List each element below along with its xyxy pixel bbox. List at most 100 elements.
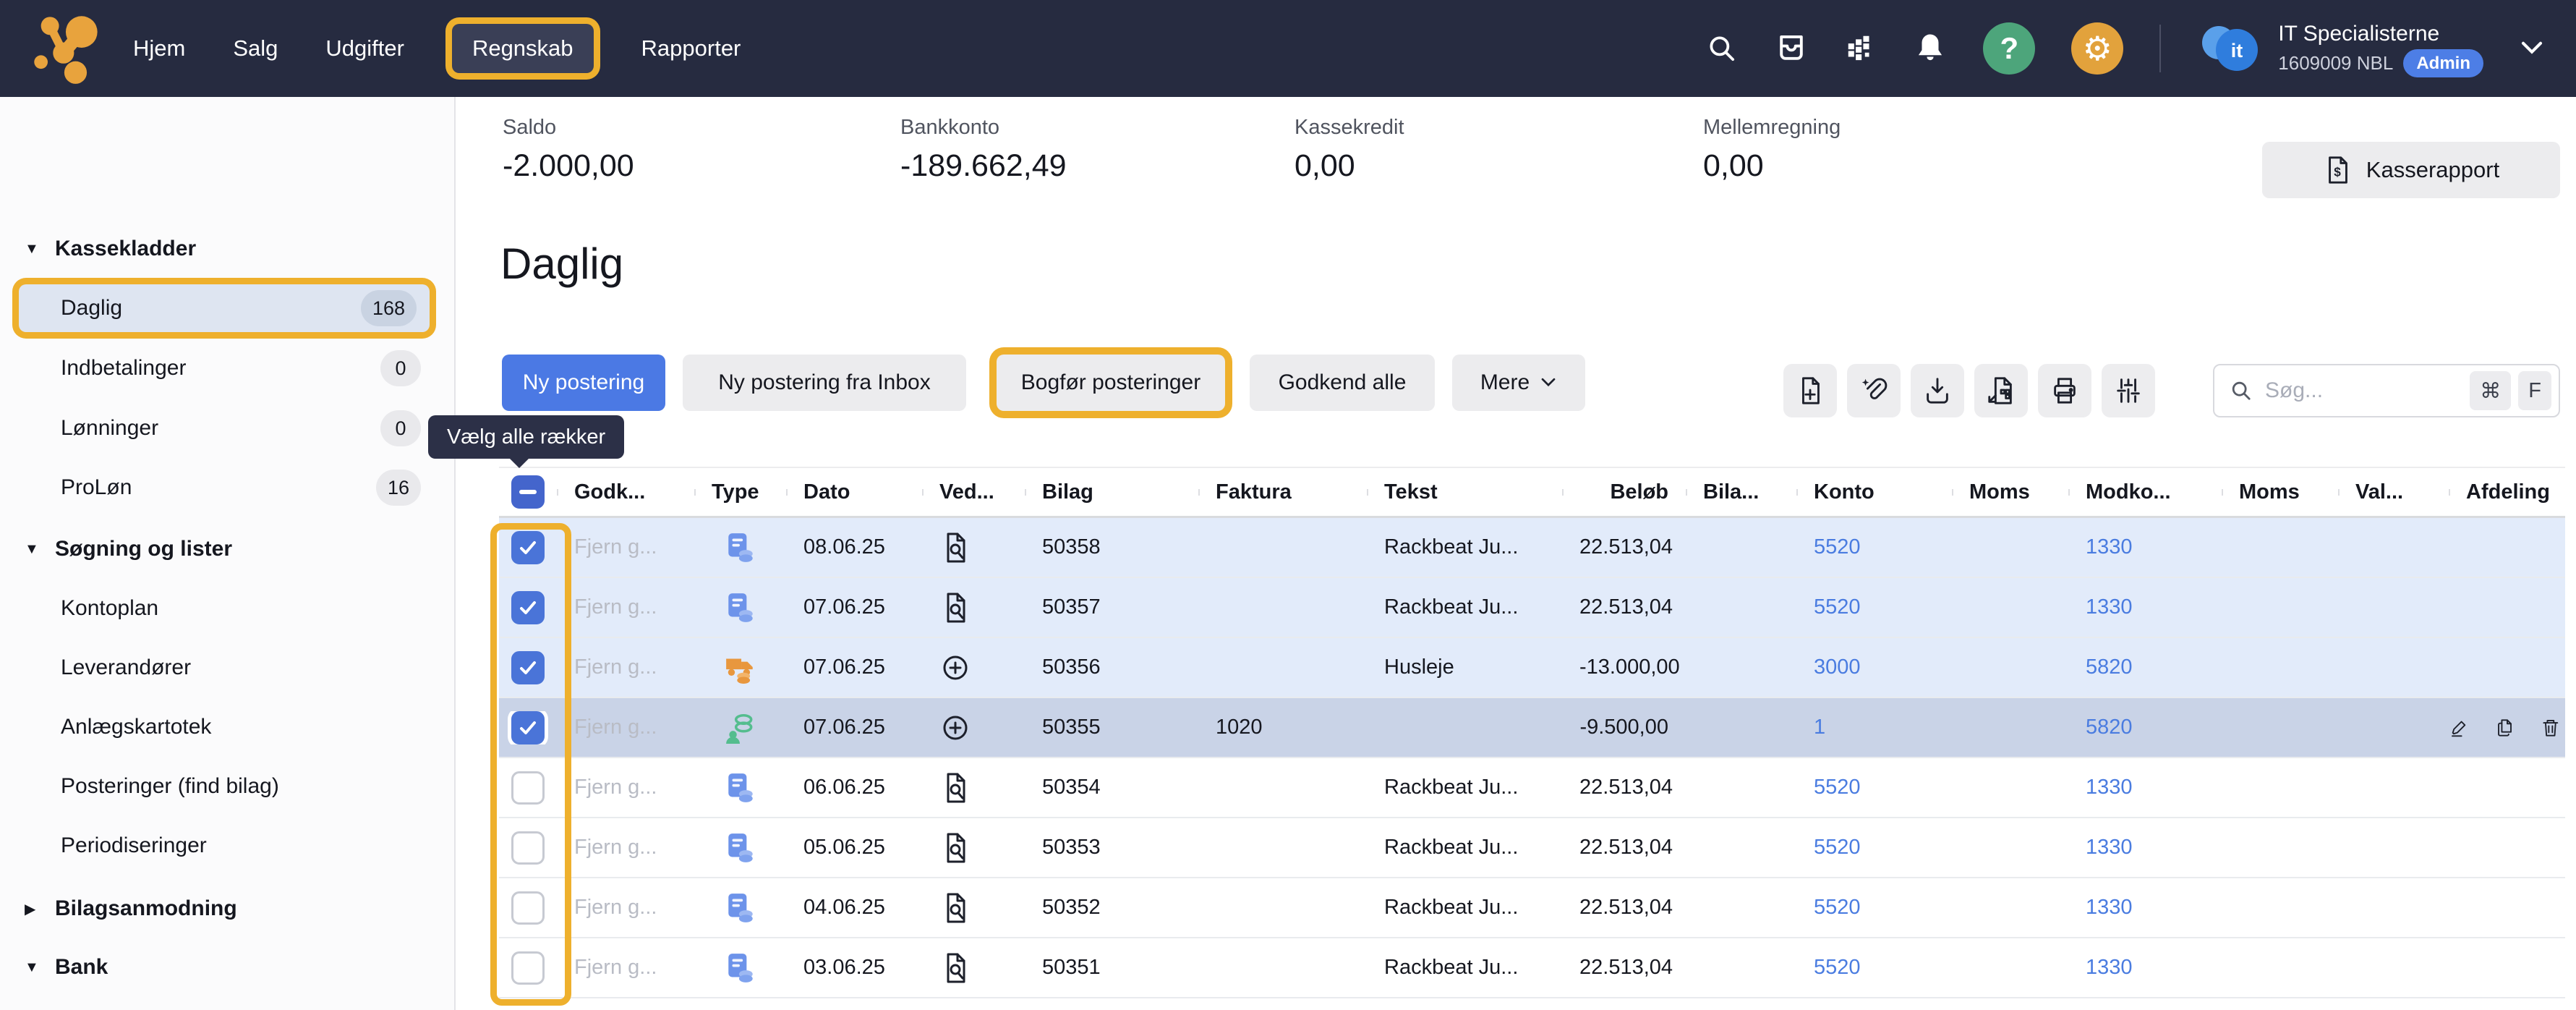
col-faktura[interactable]: Faktura xyxy=(1198,480,1367,504)
col-beloeb[interactable]: Beløb xyxy=(1562,480,1686,504)
post-entries-button[interactable]: Bogfør posteringer xyxy=(997,355,1225,411)
attachment-cell[interactable] xyxy=(922,952,1025,984)
new-posting-from-inbox-button[interactable]: Ny postering fra Inbox xyxy=(683,355,966,411)
nav-item-regnskab[interactable]: Regnskab xyxy=(452,24,594,73)
row-checkbox[interactable] xyxy=(511,951,545,985)
col-tekst[interactable]: Tekst xyxy=(1367,480,1562,504)
row-checkbox[interactable] xyxy=(511,591,545,624)
row-checkbox[interactable] xyxy=(511,711,545,744)
modkonto-link[interactable]: 5820 xyxy=(2086,655,2133,679)
delete-trash-icon[interactable] xyxy=(2541,713,2561,742)
remove-approval-link[interactable]: Fjern g... xyxy=(574,836,657,859)
user-menu[interactable]: it IT Specialisterne 1609009 NBL Admin xyxy=(2197,15,2483,82)
modkonto-link[interactable]: 1330 xyxy=(2086,535,2133,559)
sidebar-item-daglig[interactable]: Daglig 168 xyxy=(19,284,430,332)
konto-link[interactable]: 5520 xyxy=(1814,896,1861,919)
remove-approval-link[interactable]: Fjern g... xyxy=(574,716,657,739)
col-godkend[interactable]: Godk... xyxy=(557,480,694,504)
table-row[interactable]: Fjern g... 07.06.25 50357 Rackbeat Ju...… xyxy=(499,578,2565,638)
print-button[interactable] xyxy=(2038,364,2091,417)
sidebar-section-sogning-og-lister[interactable]: ▼Søgning og lister xyxy=(0,525,454,573)
search-icon[interactable] xyxy=(1705,32,1739,65)
konto-link[interactable]: 5520 xyxy=(1814,595,1861,619)
col-dato[interactable]: Dato xyxy=(786,480,922,504)
col-vedhaeftning[interactable]: Ved... xyxy=(922,480,1025,504)
col-moms2[interactable]: Moms xyxy=(2222,480,2338,504)
col-konto[interactable]: Konto xyxy=(1796,480,1952,504)
col-afdeling[interactable]: Afdeling xyxy=(2449,480,2565,504)
new-posting-button[interactable]: Ny postering xyxy=(502,355,665,411)
col-valuta[interactable]: Val... xyxy=(2338,480,2449,504)
modkonto-link[interactable]: 5820 xyxy=(2086,716,2133,739)
modkonto-link[interactable]: 1330 xyxy=(2086,776,2133,799)
konto-link[interactable]: 5520 xyxy=(1814,956,1861,979)
modkonto-link[interactable]: 1330 xyxy=(2086,956,2133,979)
column-settings-button[interactable] xyxy=(2102,364,2155,417)
new-document-button[interactable] xyxy=(1783,364,1837,417)
table-row[interactable]: Fjern g... 07.06.25 50356 Husleje -13.00… xyxy=(499,638,2565,698)
search-input[interactable]: Søg... ⌘ F xyxy=(2213,364,2560,417)
col-moms[interactable]: Moms xyxy=(1952,480,2068,504)
table-row[interactable]: Fjern g... 07.06.25 50355 1020 -9.500,00… xyxy=(499,698,2565,758)
apps-grid-icon[interactable] xyxy=(1844,32,1877,65)
modkonto-link[interactable]: 1330 xyxy=(2086,896,2133,919)
attachment-cell[interactable] xyxy=(922,592,1025,624)
attachment-cell[interactable] xyxy=(922,832,1025,864)
col-bilag[interactable]: Bilag xyxy=(1025,480,1198,504)
sidebar-section-bilagsanmodning[interactable]: ▶Bilagsanmodning xyxy=(0,885,454,933)
col-bilag2[interactable]: Bila... xyxy=(1686,480,1796,504)
table-row[interactable]: Fjern g... 04.06.25 50352 Rackbeat Ju...… xyxy=(499,878,2565,938)
nav-item-rapporter[interactable]: Rapporter xyxy=(641,35,741,61)
attachment-cell[interactable] xyxy=(922,652,1025,684)
row-checkbox[interactable] xyxy=(511,651,545,684)
attachment-cell[interactable] xyxy=(922,712,1025,744)
approve-all-button[interactable]: Godkend alle xyxy=(1250,355,1435,411)
col-type[interactable]: Type xyxy=(694,480,786,504)
row-checkbox[interactable] xyxy=(511,771,545,805)
table-row[interactable]: Fjern g... 08.06.25 50358 Rackbeat Ju...… xyxy=(499,518,2565,578)
import-button[interactable] xyxy=(1911,364,1964,417)
sidebar-item-prolon[interactable]: ProLøn 16 xyxy=(0,464,454,512)
attachment-button[interactable] xyxy=(1847,364,1901,417)
nav-item-udgifter[interactable]: Udgifter xyxy=(325,35,404,61)
chevron-down-icon[interactable] xyxy=(2520,40,2544,57)
konto-link[interactable]: 5520 xyxy=(1814,836,1861,859)
attachment-cell[interactable] xyxy=(922,772,1025,804)
konto-link[interactable]: 5520 xyxy=(1814,535,1861,559)
sidebar-item-indbetalinger[interactable]: Indbetalinger 0 xyxy=(0,344,454,392)
notifications-bell-icon[interactable] xyxy=(1914,32,1947,65)
sidebar-section-bank[interactable]: ▼Bank xyxy=(0,943,454,991)
sidebar-item-posteringer[interactable]: Posteringer (find bilag) xyxy=(0,763,454,810)
modkonto-link[interactable]: 1330 xyxy=(2086,836,2133,859)
modkonto-link[interactable]: 1330 xyxy=(2086,595,2133,619)
nav-item-hjem[interactable]: Hjem xyxy=(133,35,185,61)
remove-approval-link[interactable]: Fjern g... xyxy=(574,655,657,679)
brand-logo-icon[interactable] xyxy=(29,11,104,86)
remove-approval-link[interactable]: Fjern g... xyxy=(574,956,657,979)
konto-link[interactable]: 1 xyxy=(1814,716,1825,739)
konto-link[interactable]: 5520 xyxy=(1814,776,1861,799)
row-checkbox[interactable] xyxy=(511,831,545,865)
duplicate-copy-icon[interactable] xyxy=(2495,713,2515,742)
export-document-button[interactable] xyxy=(1974,364,2028,417)
konto-link[interactable]: 3000 xyxy=(1814,655,1861,679)
help-button[interactable]: ? xyxy=(1983,22,2035,75)
settings-gear-button[interactable]: ⚙ xyxy=(2071,22,2123,75)
sidebar-item-lonninger[interactable]: Lønninger 0 xyxy=(0,404,454,452)
remove-approval-link[interactable]: Fjern g... xyxy=(574,776,657,799)
remove-approval-link[interactable]: Fjern g... xyxy=(574,595,657,619)
row-checkbox[interactable] xyxy=(511,891,545,925)
nav-item-salg[interactable]: Salg xyxy=(233,35,278,61)
sidebar-item-kontoplan[interactable]: Kontoplan xyxy=(0,585,454,632)
sidebar-section-kassekladder[interactable]: ▼Kassekladder xyxy=(0,225,454,273)
sidebar-item-anlaegskartotek[interactable]: Anlægskartotek xyxy=(0,703,454,751)
remove-approval-link[interactable]: Fjern g... xyxy=(574,535,657,559)
sidebar-item-bankafstemning[interactable]: Bankafstemning xyxy=(0,1002,454,1010)
row-checkbox[interactable] xyxy=(511,531,545,564)
more-dropdown-button[interactable]: Mere xyxy=(1452,355,1585,411)
attachment-cell[interactable] xyxy=(922,532,1025,564)
table-row[interactable]: Fjern g... 03.06.25 50351 Rackbeat Ju...… xyxy=(499,938,2565,998)
col-modkonto[interactable]: Modko... xyxy=(2068,480,2222,504)
edit-pencil-icon[interactable] xyxy=(2449,713,2469,742)
attachment-cell[interactable] xyxy=(922,892,1025,924)
